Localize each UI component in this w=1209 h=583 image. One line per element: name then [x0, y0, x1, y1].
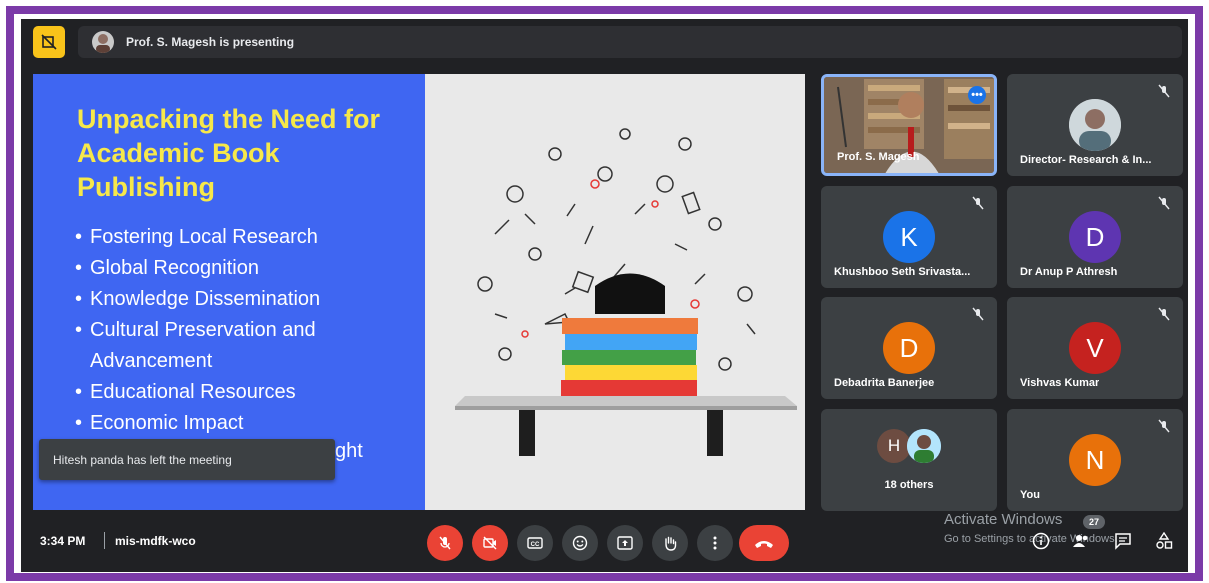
bullet-item: Knowledge Dissemination: [75, 284, 415, 315]
mic-off-icon: [1158, 307, 1170, 321]
meeting-window: Prof. S. Magesh is presenting Unpacking …: [21, 19, 1188, 572]
participant-tile-presenter[interactable]: ••• Prof. S. Magesh: [821, 74, 997, 176]
camera-toggle-button[interactable]: [472, 525, 508, 561]
people-button[interactable]: [1071, 531, 1091, 551]
mic-off-icon: [972, 307, 984, 321]
mic-toggle-button[interactable]: [427, 525, 463, 561]
bullet-item: Cultural Preservation and Advancement: [75, 315, 415, 377]
presenting-banner: Prof. S. Magesh is presenting: [78, 26, 1182, 58]
svg-text:CC: CC: [531, 542, 540, 548]
participant-photo: [1069, 99, 1121, 151]
presenter-text: Prof. S. Magesh is presenting: [126, 35, 295, 49]
participant-name: Khushboo Seth Srivasta...: [834, 266, 971, 278]
bullet-item: Economic Impact: [75, 408, 415, 439]
present-button[interactable]: [607, 525, 643, 561]
participant-name: Dr Anup P Athresh: [1020, 266, 1118, 278]
reactions-button[interactable]: [562, 525, 598, 561]
info-button[interactable]: [1031, 531, 1051, 551]
more-options-icon[interactable]: •••: [968, 86, 986, 104]
info-icon: [1032, 532, 1050, 550]
participant-name: Debadrita Banerjee: [834, 377, 935, 389]
people-count-badge: 27: [1083, 515, 1105, 529]
participant-name: Prof. S. Magesh: [837, 151, 920, 163]
participant-name: Director- Research & In...: [1020, 154, 1152, 166]
others-tile[interactable]: H 18 others: [821, 409, 997, 511]
present-screen-icon: [617, 536, 633, 550]
others-count: 18 others: [884, 479, 934, 491]
participant-tile[interactable]: K Khushboo Seth Srivasta...: [821, 186, 997, 288]
recording-icon: [41, 34, 57, 50]
mic-off-icon: [1158, 84, 1170, 98]
bullet-item: Fostering Local Research: [75, 222, 415, 253]
clock: 3:34 PM: [40, 534, 86, 548]
participant-name: Vishvas Kumar: [1020, 377, 1100, 389]
participant-tile[interactable]: V Vishvas Kumar: [1007, 297, 1183, 399]
mic-off-icon: [1158, 196, 1170, 210]
participant-avatar: D: [1069, 211, 1121, 263]
activities-icon: [1156, 532, 1173, 549]
captions-icon: CC: [527, 537, 543, 549]
people-icon: [1073, 535, 1088, 547]
recording-button[interactable]: [33, 26, 65, 58]
participant-tile[interactable]: Director- Research & In...: [1007, 74, 1183, 176]
participant-tile[interactable]: D Dr Anup P Athresh: [1007, 186, 1183, 288]
participant-avatar: V: [1069, 322, 1121, 374]
mic-off-icon: [972, 196, 984, 210]
slide-title: Unpacking the Need for Academic Book Pub…: [77, 104, 381, 202]
slide-illustration: [425, 74, 805, 510]
presenter-avatar: [92, 31, 114, 53]
divider: [104, 532, 105, 549]
bullet-partial: ght: [335, 440, 363, 462]
chat-icon: [1115, 533, 1131, 550]
left-meeting-notification: Hitesh panda has left the meeting: [39, 439, 335, 480]
emoji-icon: [572, 535, 588, 551]
slide-bullets: Fostering Local Research Global Recognit…: [75, 222, 415, 439]
participant-avatar: N: [1069, 434, 1121, 486]
participant-tile[interactable]: D Debadrita Banerjee: [821, 297, 997, 399]
hang-up-icon: [755, 541, 773, 548]
chat-button[interactable]: [1113, 531, 1133, 551]
raise-hand-button[interactable]: [652, 525, 688, 561]
hand-icon: [665, 536, 677, 551]
participant-photo: [907, 429, 941, 463]
more-options-button[interactable]: [697, 525, 733, 561]
activities-button[interactable]: [1154, 531, 1174, 551]
bullet-item: Global Recognition: [75, 253, 415, 284]
more-vert-icon: [713, 536, 717, 550]
presentation-slide: Unpacking the Need for Academic Book Pub…: [33, 74, 805, 510]
activate-windows-title: Activate Windows: [944, 511, 1063, 528]
mic-off-icon: [439, 536, 451, 550]
end-call-button[interactable]: [739, 525, 789, 561]
participant-avatar: H: [877, 429, 911, 463]
participant-avatar: D: [883, 322, 935, 374]
mic-off-icon: [1158, 419, 1170, 433]
books-illustration: [455, 128, 797, 456]
self-tile[interactable]: N You: [1007, 409, 1183, 511]
bullet-item: Educational Resources: [75, 377, 415, 408]
camera-off-icon: [483, 536, 497, 550]
participant-name: You: [1020, 489, 1040, 501]
participant-avatar: K: [883, 211, 935, 263]
captions-button[interactable]: CC: [517, 525, 553, 561]
meeting-code: mis-mdfk-wco: [115, 534, 196, 548]
